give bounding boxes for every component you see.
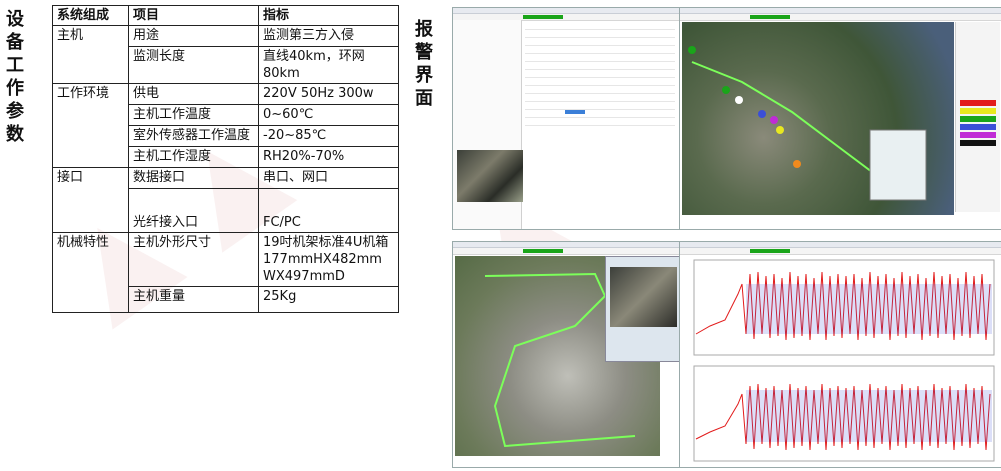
legend-swatch (960, 100, 996, 106)
legend-swatch (960, 116, 996, 122)
table-cell: 串口、网口 (258, 167, 399, 189)
table-row: 机械特性 主机外形尺寸 19吋机架标准4U机箱177mmHX482mmWX497… (52, 232, 399, 287)
status-bar-indicator (523, 15, 563, 19)
table-cell (52, 125, 129, 147)
alarm-list-screenshot (452, 7, 681, 230)
video-frame (610, 267, 677, 327)
table-cell (52, 146, 129, 168)
table-cell: 主机工作湿度 (128, 146, 259, 168)
table-cell: 主机 (52, 25, 129, 47)
table-row: 光纤接入口 FC/PC (52, 188, 399, 233)
waveform-blue-band-bottom (746, 390, 992, 442)
window-toolbar (680, 14, 1001, 21)
legend-swatch (960, 124, 996, 130)
table-cell: 主机重量 (128, 286, 259, 313)
alarm-marker (735, 96, 743, 104)
table-cell (52, 104, 129, 126)
status-bar-indicator (750, 15, 790, 19)
table-cell: FC/PC (258, 188, 399, 233)
building-map-screenshot (452, 241, 681, 468)
alarm-marker (776, 126, 784, 134)
table-cell: 工作环境 (52, 83, 129, 105)
table-row: 主机工作温度 0~60℃ (52, 104, 399, 126)
table-row: 主机重量 25Kg (52, 286, 399, 313)
table-row: 室外传感器工作温度 -20~85℃ (52, 125, 399, 147)
table-cell: 供电 (128, 83, 259, 105)
video-popup (605, 256, 680, 362)
table-cell: 室外传感器工作温度 (128, 125, 259, 147)
table-cell: 数据接口 (128, 167, 259, 189)
table-row: 接口 数据接口 串口、网口 (52, 167, 399, 189)
table-cell: 接口 (52, 167, 129, 189)
parameter-table: 系统组成 项目 指标 主机 用途 监测第三方入侵 监测长度 直线40km，环网8… (52, 5, 399, 313)
alarm-marker (793, 160, 801, 168)
table-row: 主机工作湿度 RH20%-70% (52, 146, 399, 168)
alarm-marker (770, 116, 778, 124)
table-header-row: 系统组成 项目 指标 (52, 5, 399, 26)
table-cell: 监测第三方入侵 (258, 25, 399, 47)
alarm-table (525, 22, 675, 127)
table-cell: 用途 (128, 25, 259, 47)
table-cell: 光纤接入口 (128, 188, 259, 233)
selected-alarm-row (565, 110, 585, 114)
column-header: 系统组成 (52, 5, 129, 26)
legend-panel (955, 22, 1000, 212)
waveform-screenshot (679, 241, 1001, 468)
table-row: 监测长度 直线40km，环网80km (52, 46, 399, 84)
alarm-marker (688, 46, 696, 54)
window-toolbar (453, 248, 680, 255)
status-bar-indicator (523, 249, 563, 253)
table-cell (52, 188, 129, 233)
alarm-info-popup (869, 129, 927, 201)
table-cell (52, 46, 129, 84)
table-cell: -20~85℃ (258, 125, 399, 147)
table-cell: 19吋机架标准4U机箱177mmHX482mmWX497mmD (258, 232, 399, 287)
alarm-marker (722, 86, 730, 94)
legend-swatch (960, 132, 996, 138)
column-header: 项目 (128, 5, 259, 26)
status-bar-indicator (750, 249, 790, 253)
table-cell: 监测长度 (128, 46, 259, 84)
alarm-map-screenshot (679, 7, 1001, 230)
table-cell: 直线40km，环网80km (258, 46, 399, 84)
table-cell: 主机工作温度 (128, 104, 259, 126)
table-cell: 机械特性 (52, 232, 129, 287)
table-cell: 25Kg (258, 286, 399, 313)
alarm-marker (758, 110, 766, 118)
map-overlay (688, 46, 927, 201)
camera-preview (457, 150, 523, 202)
column-header: 指标 (258, 5, 399, 26)
table-cell: 220V 50Hz 300w (258, 83, 399, 105)
waveform-blue-band-top (746, 284, 992, 334)
table-cell (52, 286, 129, 313)
params-title: 设备工作参数 (6, 9, 24, 145)
table-row: 工作环境 供电 220V 50Hz 300w (52, 83, 399, 105)
alarm-title: 报警界面 (415, 19, 433, 109)
fiber-route (691, 61, 898, 198)
waveform-plots (693, 259, 995, 462)
legend-swatch (960, 140, 996, 146)
table-cell: 0~60℃ (258, 104, 399, 126)
table-cell: RH20%-70% (258, 146, 399, 168)
legend-swatch (960, 108, 996, 114)
table-cell: 主机外形尺寸 (128, 232, 259, 287)
table-row: 主机 用途 监测第三方入侵 (52, 25, 399, 47)
